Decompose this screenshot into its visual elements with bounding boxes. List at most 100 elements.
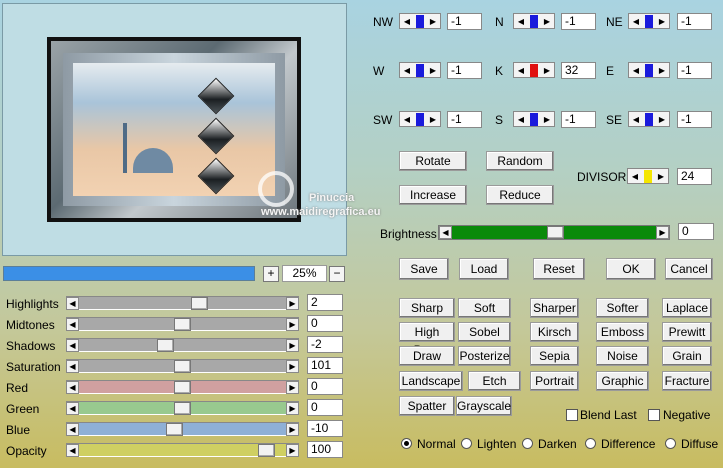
arrow-left-icon[interactable]: ◀	[631, 114, 641, 125]
arrow-left-icon[interactable]: ◀	[66, 360, 79, 373]
matrix-slider[interactable]: ◀ ▶	[399, 13, 441, 29]
preset-soft-button[interactable]: Soft	[458, 298, 511, 318]
preset-sharp-button[interactable]: Sharp	[399, 298, 455, 318]
save-button[interactable]: Save	[399, 258, 449, 280]
arrow-left-icon[interactable]: ◀	[631, 65, 641, 76]
increase-button[interactable]: Increase	[399, 185, 467, 205]
cancel-button[interactable]: Cancel	[665, 258, 713, 280]
arrow-left-icon[interactable]: ◀	[66, 339, 79, 352]
arrow-right-icon[interactable]: ▶	[286, 339, 299, 352]
preset-draw-button[interactable]: Draw	[399, 346, 455, 366]
matrix-slider[interactable]: ◀ ▶	[399, 111, 441, 127]
arrow-right-icon[interactable]: ▶	[656, 226, 669, 239]
preset-portrait-button[interactable]: Portrait	[530, 371, 579, 391]
preset-landscape-button[interactable]: Landscape	[399, 371, 463, 391]
slider-thumb[interactable]	[174, 381, 191, 394]
arrow-right-icon[interactable]: ▶	[657, 114, 667, 125]
arrow-right-icon[interactable]: ▶	[657, 16, 667, 27]
slider-value-input[interactable]: -2	[307, 336, 343, 353]
arrow-right-icon[interactable]: ▶	[286, 360, 299, 373]
slider-track[interactable]: ◀ ▶	[66, 317, 299, 331]
matrix-slider-thumb[interactable]	[530, 113, 538, 126]
matrix-slider-thumb[interactable]	[416, 113, 424, 126]
slider-thumb[interactable]	[166, 423, 184, 436]
matrix-value-input[interactable]: -1	[677, 62, 712, 79]
slider-track[interactable]: ◀ ▶	[66, 422, 299, 436]
slider-value-input[interactable]: 0	[307, 399, 343, 416]
preset-sharper-button[interactable]: Sharper	[530, 298, 579, 318]
slider-value-input[interactable]: 2	[307, 294, 343, 311]
blend-mode-radio[interactable]	[665, 438, 676, 449]
divisor-slider[interactable]: ◀ ▶	[627, 168, 669, 184]
matrix-slider-thumb[interactable]	[530, 15, 538, 28]
arrow-right-icon[interactable]: ▶	[286, 381, 299, 394]
brightness-input[interactable]: 0	[678, 223, 714, 240]
slider-value-input[interactable]: -10	[307, 420, 343, 437]
arrow-left-icon[interactable]: ◀	[402, 65, 412, 76]
arrow-right-icon[interactable]: ▶	[286, 402, 299, 415]
matrix-value-input[interactable]: -1	[677, 111, 712, 128]
slider-value-input[interactable]: 101	[307, 357, 343, 374]
divisor-input[interactable]: 24	[677, 168, 712, 185]
arrow-right-icon[interactable]: ▶	[657, 65, 667, 76]
preset-spatter-button[interactable]: Spatter	[399, 396, 455, 416]
slider-track[interactable]: ◀ ▶	[66, 359, 299, 373]
zoom-in-button[interactable]: +	[263, 266, 279, 282]
brightness-slider-thumb[interactable]	[546, 226, 564, 239]
blend-mode-radio[interactable]	[401, 438, 412, 449]
load-button[interactable]: Load	[459, 258, 509, 280]
matrix-slider-thumb[interactable]	[416, 15, 424, 28]
random-button[interactable]: Random	[486, 151, 554, 171]
matrix-value-input[interactable]: -1	[447, 62, 482, 79]
matrix-slider[interactable]: ◀ ▶	[513, 13, 555, 29]
slider-thumb[interactable]	[174, 360, 191, 373]
slider-thumb[interactable]	[174, 402, 191, 415]
matrix-slider[interactable]: ◀ ▶	[513, 111, 555, 127]
arrow-left-icon[interactable]: ◀	[630, 171, 640, 182]
arrow-left-icon[interactable]: ◀	[66, 381, 79, 394]
arrow-left-icon[interactable]: ◀	[402, 16, 412, 27]
divisor-slider-thumb[interactable]	[644, 170, 652, 183]
matrix-value-input[interactable]: -1	[561, 111, 596, 128]
slider-thumb[interactable]	[156, 339, 174, 352]
preset-sobel-button[interactable]: Sobel	[458, 322, 511, 342]
preset-kirsch-button[interactable]: Kirsch	[530, 322, 579, 342]
slider-track[interactable]: ◀ ▶	[66, 380, 299, 394]
blend-mode-radio[interactable]	[522, 438, 533, 449]
matrix-slider-thumb[interactable]	[645, 113, 653, 126]
arrow-left-icon[interactable]: ◀	[516, 65, 526, 76]
preset-fracture-button[interactable]: Fracture	[662, 371, 712, 391]
matrix-slider[interactable]: ◀ ▶	[513, 62, 555, 78]
matrix-value-input[interactable]: -1	[447, 13, 482, 30]
ok-button[interactable]: OK	[606, 258, 656, 280]
matrix-slider-thumb[interactable]	[416, 64, 424, 77]
matrix-value-input[interactable]: 32	[561, 62, 596, 79]
preset-etch-button[interactable]: Etch	[468, 371, 521, 391]
arrow-right-icon[interactable]: ▶	[542, 114, 552, 125]
preset-high-pass-button[interactable]: High Pass	[399, 322, 455, 357]
arrow-left-icon[interactable]: ◀	[66, 423, 79, 436]
arrow-left-icon[interactable]: ◀	[66, 444, 79, 457]
blend-mode-radio[interactable]	[585, 438, 596, 449]
slider-track[interactable]: ◀ ▶	[66, 401, 299, 415]
arrow-right-icon[interactable]: ▶	[428, 65, 438, 76]
blend-mode-radio[interactable]	[461, 438, 472, 449]
preset-laplace-button[interactable]: Laplace	[662, 298, 712, 318]
slider-thumb[interactable]	[191, 297, 209, 310]
arrow-right-icon[interactable]: ▶	[542, 65, 552, 76]
matrix-value-input[interactable]: -1	[447, 111, 482, 128]
preset-sepia-button[interactable]: Sepia	[530, 346, 579, 366]
matrix-slider-thumb[interactable]	[645, 15, 653, 28]
reduce-button[interactable]: Reduce	[486, 185, 554, 205]
reset-button[interactable]: Reset	[533, 258, 585, 280]
zoom-out-button[interactable]: −	[329, 266, 345, 282]
slider-track[interactable]: ◀ ▶	[66, 296, 299, 310]
matrix-slider[interactable]: ◀ ▶	[628, 62, 670, 78]
matrix-slider[interactable]: ◀ ▶	[628, 13, 670, 29]
arrow-right-icon[interactable]: ▶	[286, 318, 299, 331]
preset-prewitt-button[interactable]: Prewitt	[662, 322, 712, 342]
matrix-slider[interactable]: ◀ ▶	[399, 62, 441, 78]
matrix-slider-thumb[interactable]	[645, 64, 653, 77]
arrow-right-icon[interactable]: ▶	[286, 444, 299, 457]
preset-emboss-button[interactable]: Emboss	[596, 322, 649, 342]
